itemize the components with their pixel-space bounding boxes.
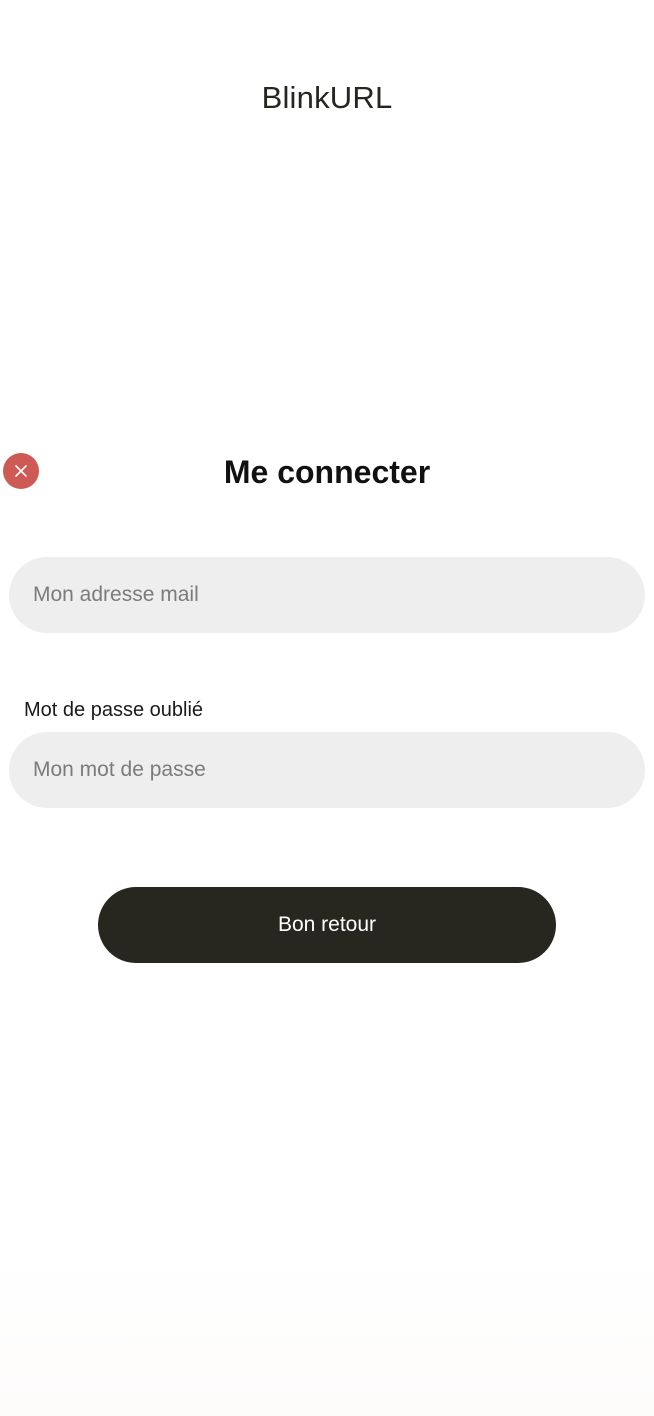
app-title: BlinkURL xyxy=(261,80,393,115)
email-field[interactable] xyxy=(9,557,645,633)
password-field[interactable] xyxy=(9,732,645,808)
login-heading: Me connecter xyxy=(223,454,431,490)
login-submit-button[interactable]: Bon retour xyxy=(98,887,556,963)
forgot-password-link[interactable]: Mot de passe oublié xyxy=(24,699,203,722)
